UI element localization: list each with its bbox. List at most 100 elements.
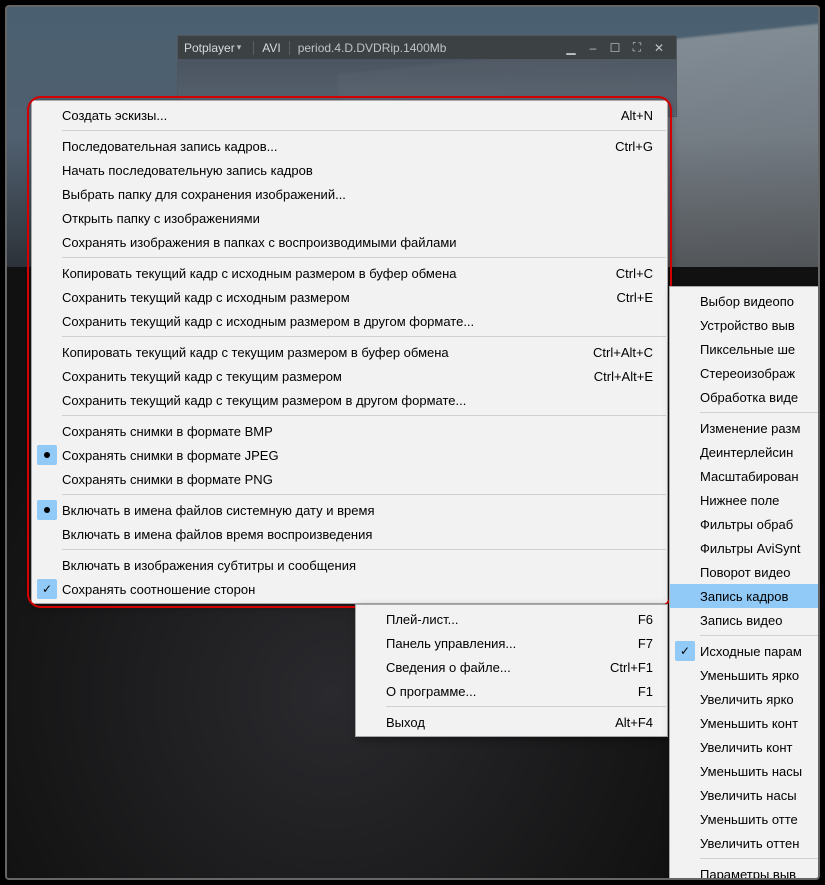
menu-item-gutter xyxy=(670,711,700,735)
menu-item-label: Деинтерлейсин xyxy=(700,445,820,460)
menu-item-gutter xyxy=(670,512,700,536)
frame-capture-item[interactable]: Выбрать папку для сохранения изображений… xyxy=(32,182,667,206)
video-menu-item[interactable]: ✓ Исходные парам xyxy=(670,639,820,663)
video-menu-item[interactable]: Стереоизображ▶ xyxy=(670,361,820,385)
menu-separator xyxy=(700,635,820,636)
frame-capture-item[interactable]: Сохранять изображения в папках с воспрои… xyxy=(32,230,667,254)
menu-item-label: О программе... xyxy=(386,684,638,699)
menu-item-gutter xyxy=(32,230,62,254)
main-menu-item[interactable]: О программе...F1 xyxy=(356,679,667,703)
menu-separator xyxy=(62,415,666,416)
frame-capture-item[interactable]: Включать в изображения субтитры и сообще… xyxy=(32,553,667,577)
menu-item-label: Панель управления... xyxy=(386,636,638,651)
video-menu-item[interactable]: Уменьшить ярко xyxy=(670,663,820,687)
video-menu-item[interactable]: Пиксельные ше▶ xyxy=(670,337,820,361)
frame-capture-item[interactable]: Создать эскизы...Alt+N xyxy=(32,103,667,127)
menu-item-label: Выбрать папку для сохранения изображений… xyxy=(62,187,653,202)
player-format: AVI xyxy=(262,41,280,55)
menu-item-label: Увеличить оттен xyxy=(700,836,820,851)
menu-item-label: Пиксельные ше xyxy=(700,342,820,357)
video-menu-item[interactable]: Масштабирован▶ xyxy=(670,464,820,488)
menu-item-label: Нижнее поле xyxy=(700,493,820,508)
video-menu-item[interactable]: Запись видео▶ xyxy=(670,608,820,632)
video-menu-item[interactable]: Уменьшить насы xyxy=(670,759,820,783)
frame-capture-item[interactable]: Включать в имена файлов время воспроизве… xyxy=(32,522,667,546)
menu-item-gutter xyxy=(670,313,700,337)
frame-capture-item[interactable]: Сохранять снимки в формате JPEG xyxy=(32,443,667,467)
frame-capture-item[interactable]: Сохранять снимки в формате BMP xyxy=(32,419,667,443)
frame-capture-item[interactable]: ✓Сохранять соотношение сторон xyxy=(32,577,667,601)
menu-item-shortcut: Ctrl+C xyxy=(616,266,653,281)
close-icon[interactable]: ✕ xyxy=(648,41,670,55)
video-menu-item[interactable]: Фильтры обраб▶ xyxy=(670,512,820,536)
menu-item-gutter xyxy=(32,419,62,443)
frame-capture-item[interactable]: Включать в имена файлов системную дату и… xyxy=(32,498,667,522)
main-menu-item[interactable]: ВыходAlt+F4 xyxy=(356,710,667,734)
video-menu-item[interactable]: Выбор видеопо▶ xyxy=(670,289,820,313)
menu-item-gutter xyxy=(32,261,62,285)
frame-capture-item[interactable]: Сохранить текущий кадр с исходным размер… xyxy=(32,309,667,333)
tray-icon[interactable]: ▁ xyxy=(560,41,582,55)
frame-capture-item[interactable]: Открыть папку с изображениями xyxy=(32,206,667,230)
menu-item-gutter xyxy=(670,337,700,361)
menu-item-gutter xyxy=(670,385,700,409)
menu-item-gutter xyxy=(670,862,700,880)
menu-item-gutter: ✓ xyxy=(670,639,700,663)
video-menu-item[interactable]: Увеличить ярко xyxy=(670,687,820,711)
player-titlebar[interactable]: Potplayer ▾ AVI period.4.D.DVDRip.1400Mb… xyxy=(177,35,677,59)
menu-item-label: Сохранить текущий кадр с исходным размер… xyxy=(62,290,617,305)
main-menu-item[interactable]: Панель управления...F7 xyxy=(356,631,667,655)
menu-separator xyxy=(62,130,666,131)
menu-item-label: Сохранять снимки в формате JPEG xyxy=(62,448,653,463)
video-menu-item[interactable]: Запись кадров▶ xyxy=(670,584,820,608)
menu-item-label: Уменьшить конт xyxy=(700,716,820,731)
video-menu-item[interactable]: Изменение разм▶ xyxy=(670,416,820,440)
video-menu-item[interactable]: Устройство выв▶ xyxy=(670,313,820,337)
menu-item-label: Фильтры обраб xyxy=(700,517,820,532)
video-menu-item[interactable]: Нижнее поле xyxy=(670,488,820,512)
frame-capture-item[interactable]: Копировать текущий кадр с исходным разме… xyxy=(32,261,667,285)
video-menu-item[interactable]: Увеличить насы xyxy=(670,783,820,807)
menu-item-gutter: ✓ xyxy=(32,577,62,601)
main-menu-item[interactable]: Плей-лист...F6 xyxy=(356,607,667,631)
menu-item-gutter xyxy=(32,158,62,182)
minimize-icon[interactable]: – xyxy=(582,41,604,55)
chevron-down-icon[interactable]: ▾ xyxy=(237,42,242,53)
menu-item-label: Сохранять изображения в папках с воспрои… xyxy=(62,235,653,250)
main-menu-item[interactable]: Сведения о файле...Ctrl+F1 xyxy=(356,655,667,679)
check-icon: ✓ xyxy=(675,641,695,661)
menu-item-gutter xyxy=(356,631,386,655)
video-menu-item[interactable]: Уменьшить отте xyxy=(670,807,820,831)
divider xyxy=(253,41,254,55)
video-menu-item[interactable]: Фильтры AviSynt▶ xyxy=(670,536,820,560)
maximize-icon[interactable]: ☐ xyxy=(604,41,626,55)
menu-item-gutter xyxy=(670,831,700,855)
menu-item-shortcut: F7 xyxy=(638,636,653,651)
video-menu-item[interactable]: Увеличить оттен xyxy=(670,831,820,855)
video-menu-item[interactable]: Увеличить конт xyxy=(670,735,820,759)
menu-item-gutter xyxy=(670,361,700,385)
frame-capture-item[interactable]: Сохранять снимки в формате PNG xyxy=(32,467,667,491)
menu-item-gutter xyxy=(670,464,700,488)
video-menu-item[interactable]: Обработка виде▶ xyxy=(670,385,820,409)
fullscreen-icon[interactable]: ⛶ xyxy=(626,40,648,55)
frame-capture-item[interactable]: Сохранить текущий кадр с исходным размер… xyxy=(32,285,667,309)
video-menu-item[interactable]: Уменьшить конт xyxy=(670,711,820,735)
menu-separator xyxy=(62,257,666,258)
menu-item-label: Исходные парам xyxy=(700,644,820,659)
frame-capture-item[interactable]: Сохранить текущий кадр с текущим размеро… xyxy=(32,388,667,412)
menu-item-label: Открыть папку с изображениями xyxy=(62,211,653,226)
video-menu-item[interactable]: Параметры выв xyxy=(670,862,820,880)
frame-capture-item[interactable]: Последовательная запись кадров...Ctrl+G xyxy=(32,134,667,158)
menu-item-shortcut: Ctrl+F1 xyxy=(610,660,653,675)
menu-item-gutter xyxy=(670,289,700,313)
frame-capture-item[interactable]: Начать последовательную запись кадров xyxy=(32,158,667,182)
menu-item-gutter xyxy=(32,182,62,206)
frame-capture-item[interactable]: Копировать текущий кадр с текущим размер… xyxy=(32,340,667,364)
frame-capture-item[interactable]: Сохранить текущий кадр с текущим размеро… xyxy=(32,364,667,388)
menu-item-gutter xyxy=(32,388,62,412)
video-menu-item[interactable]: Деинтерлейсин▶ xyxy=(670,440,820,464)
video-menu-item[interactable]: Поворот видео▶ xyxy=(670,560,820,584)
menu-separator xyxy=(386,706,666,707)
menu-item-gutter xyxy=(32,364,62,388)
